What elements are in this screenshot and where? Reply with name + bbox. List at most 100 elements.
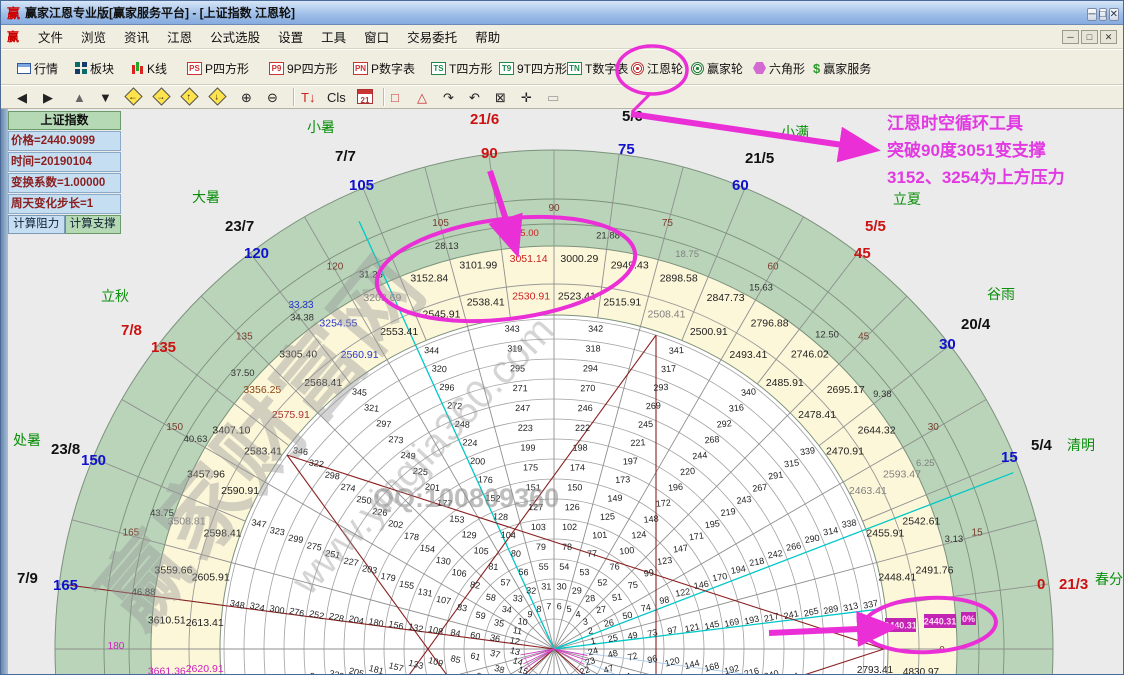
price-row: 价格=2440.9099 bbox=[8, 131, 121, 151]
toolbar-item-dollar[interactable]: $ 赢家服务 bbox=[813, 58, 871, 78]
toolbar-item-label: 赢家服务 bbox=[823, 61, 872, 76]
toolbar-item-P9[interactable]: P9 9P四方形 bbox=[269, 58, 338, 78]
annotation-line-2: 突破90度3051变支撑 bbox=[887, 141, 1046, 160]
p9-icon: P9 bbox=[269, 61, 284, 75]
menu-items: 文件 浏览 资讯 江恩 公式选股 设置 工具 窗口 交易委托 帮助 bbox=[29, 27, 509, 47]
toolbar-item-label: P数字表 bbox=[371, 61, 416, 76]
left-frame-strip bbox=[1, 109, 8, 674]
instrument-title: 上证指数 bbox=[8, 111, 121, 130]
rotate-ccw-button[interactable]: ↶ bbox=[469, 89, 480, 106]
toolbar-item-TS[interactable]: TS T四方形 bbox=[431, 58, 492, 78]
winner-icon bbox=[691, 61, 704, 75]
pan-left-icon: ← bbox=[128, 91, 138, 102]
menu-item-1[interactable]: 浏览 bbox=[72, 28, 115, 48]
toolbar-item-kline[interactable]: K线 bbox=[131, 58, 167, 78]
toolbar-item-PS[interactable]: PS P四方形 bbox=[187, 58, 249, 78]
toolbar-item-hex[interactable]: 六角形 bbox=[753, 58, 805, 78]
toolbar-item-label: T四方形 bbox=[449, 61, 493, 76]
pan-right-icon: → bbox=[156, 91, 166, 102]
ps-icon: PS bbox=[187, 61, 202, 75]
pan-right-button[interactable]: → bbox=[152, 87, 171, 106]
menu-item-3[interactable]: 江恩 bbox=[158, 28, 201, 48]
annotation-line-3: 3152、3254为上方压力 bbox=[887, 168, 1065, 187]
minimize-button[interactable]: ─ bbox=[1087, 7, 1097, 21]
toolbar-item-gann[interactable]: 江恩轮 bbox=[631, 58, 683, 78]
app-logo-icon: 赢 bbox=[7, 6, 21, 21]
mdi-close-button[interactable]: ✕ bbox=[1100, 29, 1117, 44]
toolbar-item-T9[interactable]: T9 9T四方形 bbox=[499, 58, 567, 78]
step-row: 周天变化步长=1 bbox=[8, 194, 121, 214]
cls-button[interactable]: Cls bbox=[327, 89, 346, 106]
toolbar-item-TN[interactable]: TN T数字表 bbox=[567, 58, 628, 78]
nav-back-button[interactable]: ◀ bbox=[17, 89, 27, 106]
mdi-restore-button[interactable]: □ bbox=[1081, 29, 1098, 44]
menu-item-5[interactable]: 设置 bbox=[269, 28, 312, 48]
toolbar-item-label: T数字表 bbox=[585, 61, 629, 76]
board-button[interactable]: ▭ bbox=[547, 89, 559, 106]
menu-item-2[interactable]: 资讯 bbox=[115, 28, 158, 48]
toolbar-item-label: 行情 bbox=[34, 61, 59, 76]
window-title: 赢家江恩专业版[赢家服务平台] - [上证指数 江恩轮] bbox=[25, 6, 295, 20]
gann-wheel-canvas[interactable] bbox=[1, 109, 1123, 674]
mdi-minimize-button[interactable]: ─ bbox=[1062, 29, 1079, 44]
app-window: 赢 赢家江恩专业版[赢家服务平台] - [上证指数 江恩轮] ─ □ ✕ 赢 文件浏… bbox=[0, 0, 1124, 675]
center-tool-button[interactable]: ✛ bbox=[521, 89, 532, 106]
toolbar-item-PN[interactable]: PN P数字表 bbox=[353, 58, 415, 78]
menu-item-6[interactable]: 工具 bbox=[312, 28, 355, 48]
boxed-x-button[interactable]: ⊠ bbox=[495, 89, 506, 106]
pan-left-button[interactable]: ← bbox=[124, 87, 143, 106]
zoom-out-button[interactable]: ⊖ bbox=[267, 89, 278, 106]
pan-down-icon: ↓ bbox=[214, 91, 220, 102]
menu-logo-icon: 赢 bbox=[7, 30, 20, 44]
nav-down-button[interactable]: ▼ bbox=[99, 89, 112, 106]
menu-item-8[interactable]: 交易委托 bbox=[398, 28, 466, 48]
pan-up-button[interactable]: ↑ bbox=[180, 87, 199, 106]
pan-down-button[interactable]: ↓ bbox=[208, 87, 227, 106]
menu-item-7[interactable]: 窗口 bbox=[355, 28, 398, 48]
rotate-cw-button[interactable]: ↷ bbox=[443, 89, 454, 106]
toolbar-item-label: P四方形 bbox=[205, 61, 250, 76]
square-tool-button[interactable]: □ bbox=[391, 89, 399, 106]
gann-icon bbox=[631, 61, 644, 75]
triangle-tool-button[interactable]: △ bbox=[417, 89, 427, 106]
main-toolbar: 行情 板块 K线 PS P四方形 P9 9P四方形 PN P数字表 TS T四方形 T9 9T四方形 TN… bbox=[1, 49, 1123, 85]
calendar-icon[interactable]: 21 bbox=[357, 89, 373, 105]
calc-resistance-button[interactable]: 计算阻力 bbox=[8, 215, 65, 234]
mdi-controls: ─ □ ✕ bbox=[1060, 29, 1117, 44]
toolbar-separator bbox=[383, 88, 385, 106]
nav-up-button[interactable]: ▲ bbox=[73, 89, 86, 106]
menu-item-0[interactable]: 文件 bbox=[29, 28, 72, 48]
maximize-button[interactable]: □ bbox=[1098, 7, 1107, 21]
dollar-icon: $ bbox=[813, 60, 821, 76]
toolbar-item-label: 赢家轮 bbox=[707, 61, 744, 76]
pn-icon: PN bbox=[353, 61, 368, 75]
hex-icon bbox=[753, 62, 766, 74]
pan-up-icon: ↑ bbox=[186, 91, 192, 102]
toolbar-item-label: 9T四方形 bbox=[517, 61, 568, 76]
menu-item-9[interactable]: 帮助 bbox=[466, 28, 509, 48]
annotation-line-1: 江恩时空循环工具 bbox=[887, 114, 1023, 133]
close-button[interactable]: ✕ bbox=[1108, 7, 1119, 21]
t-down-button[interactable]: T↓ bbox=[301, 89, 315, 106]
menu-item-4[interactable]: 公式选股 bbox=[201, 28, 269, 48]
toolbar-item-label: K线 bbox=[147, 61, 168, 76]
toolbar-item-grid[interactable]: 行情 bbox=[17, 58, 58, 78]
zoom-in-button[interactable]: ⊕ bbox=[241, 89, 252, 106]
toolbar-item-blocks[interactable]: 板块 bbox=[75, 58, 114, 78]
nav-forward-button[interactable]: ▶ bbox=[43, 89, 53, 106]
window-controls: ─ □ ✕ bbox=[1085, 4, 1119, 22]
kline-icon bbox=[131, 61, 144, 75]
blocks-icon bbox=[75, 62, 87, 74]
ts-icon: TS bbox=[431, 61, 446, 75]
toolbar-item-label: 9P四方形 bbox=[287, 61, 338, 76]
toolbar-separator bbox=[293, 88, 295, 106]
drawing-toolbar: ◀ ▶ ▲ ▼ ← → ↑ ↓ ⊕ ⊖ T↓ Cls 21 □ △ ↷ ↶ ⊠ ✛ ▭ bbox=[1, 85, 1123, 109]
tn-icon: TN bbox=[567, 61, 582, 75]
grid-icon bbox=[17, 62, 31, 74]
toolbar-item-label: 六角形 bbox=[769, 61, 806, 76]
toolbar-item-label: 板块 bbox=[90, 61, 115, 76]
calc-support-button[interactable]: 计算支撑 bbox=[64, 215, 121, 234]
coef-row: 变换系数=1.00000 bbox=[8, 173, 121, 193]
toolbar-item-winner[interactable]: 赢家轮 bbox=[691, 58, 743, 78]
time-row: 时间=20190104 bbox=[8, 152, 121, 172]
